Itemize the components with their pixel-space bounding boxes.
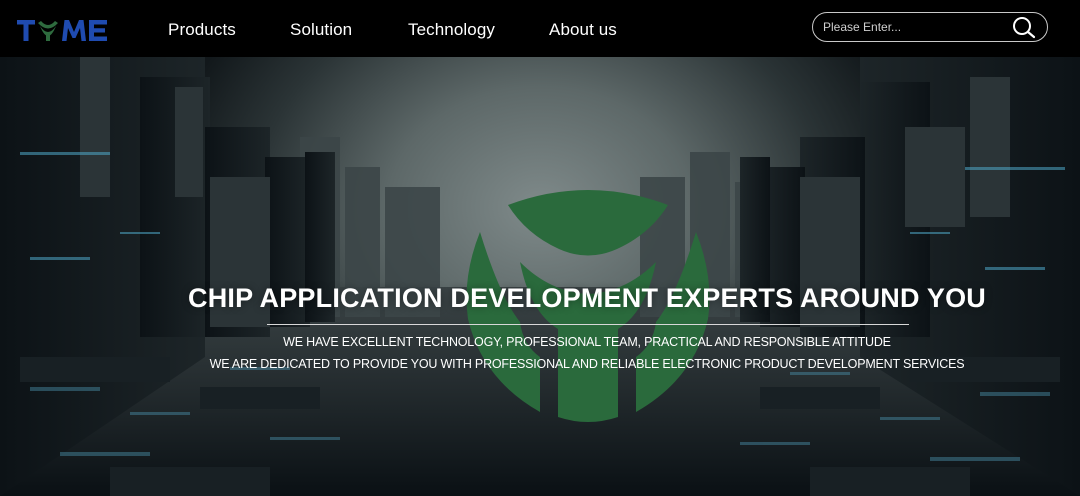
hero-subline-1: WE HAVE EXCELLENT TECHNOLOGY, PROFESSION… bbox=[283, 335, 891, 349]
tyme-logo[interactable] bbox=[15, 14, 113, 46]
nav-about-us[interactable]: About us bbox=[549, 18, 617, 42]
hero-subline-2: WE ARE DEDICATED TO PROVIDE YOU WITH PRO… bbox=[209, 357, 965, 371]
search-input[interactable] bbox=[823, 17, 1003, 37]
hero-divider bbox=[267, 324, 909, 325]
city-background-illustration bbox=[0, 57, 1080, 496]
tyme-logo-graphic bbox=[17, 20, 107, 41]
hero-headline: CHIP APPLICATION DEVELOPMENT EXPERTS ARO… bbox=[188, 283, 986, 313]
search-icon bbox=[1013, 17, 1036, 39]
nav-products[interactable]: Products bbox=[168, 18, 236, 42]
hero-banner: CHIP APPLICATION DEVELOPMENT EXPERTS ARO… bbox=[0, 57, 1080, 496]
search-box bbox=[812, 12, 1048, 42]
search-button[interactable] bbox=[1011, 15, 1037, 39]
top-navigation-bar: Products Solution Technology About us bbox=[0, 0, 1080, 57]
nav-solution[interactable]: Solution bbox=[290, 18, 352, 42]
nav-technology[interactable]: Technology bbox=[408, 18, 495, 42]
